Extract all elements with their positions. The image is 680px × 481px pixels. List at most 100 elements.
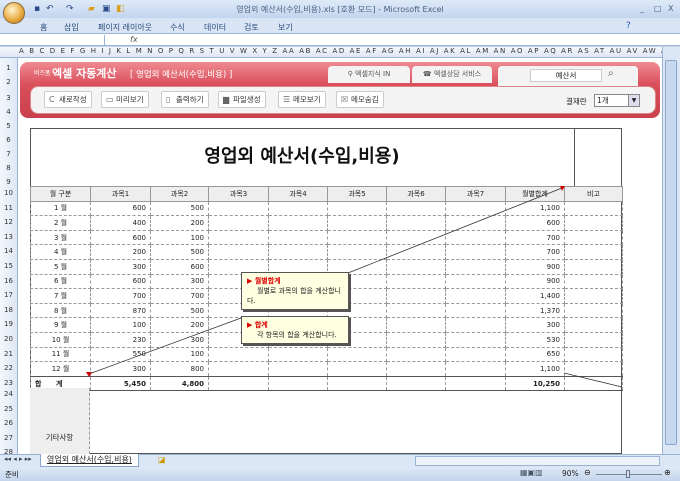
cell[interactable]: 7 월	[30, 288, 91, 304]
cell[interactable]	[268, 229, 328, 246]
cell[interactable]	[268, 200, 328, 217]
cell[interactable]: 600	[505, 215, 565, 231]
scroll-thumb[interactable]	[665, 60, 677, 445]
view-buttons[interactable]: ▦▣▥	[520, 468, 543, 477]
cell[interactable]	[564, 229, 623, 246]
cell[interactable]: 600	[150, 258, 209, 275]
zoom-out-icon[interactable]: ⊖	[584, 468, 591, 477]
cell[interactable]	[564, 200, 623, 217]
cell[interactable]: 500	[150, 244, 209, 260]
cell[interactable]: 3 월	[30, 229, 91, 246]
cell[interactable]	[268, 215, 328, 231]
cell[interactable]: 1,100	[505, 200, 565, 217]
tab-review[interactable]: 검토	[244, 22, 259, 33]
search-icon[interactable]: ⌕	[608, 68, 614, 79]
column-headers[interactable]: A B C D E F G H I J K L M N O P Q R S T …	[0, 47, 680, 58]
cell[interactable]: 600	[90, 229, 151, 246]
cell[interactable]	[445, 302, 506, 319]
cell[interactable]	[445, 258, 506, 275]
cell[interactable]: 1,400	[505, 288, 565, 304]
cell[interactable]	[327, 215, 387, 231]
cell[interactable]	[268, 244, 328, 260]
tab-data[interactable]: 데이터	[204, 22, 226, 33]
tab-home[interactable]: 홈	[40, 22, 47, 33]
horizontal-scrollbar[interactable]	[415, 456, 660, 466]
tab-formulas[interactable]: 수식	[170, 22, 185, 33]
cell[interactable]	[445, 346, 506, 363]
cell[interactable]	[208, 229, 269, 246]
row-number[interactable]: 4	[0, 108, 17, 116]
cell[interactable]: 530	[505, 331, 565, 348]
row-number[interactable]: 6	[0, 136, 17, 144]
cell[interactable]	[327, 346, 387, 363]
cell[interactable]	[386, 331, 446, 348]
maximize-button[interactable]: □	[654, 4, 662, 13]
fx-icon[interactable]: fx	[130, 35, 138, 44]
row-number[interactable]: 7	[0, 150, 17, 158]
cell[interactable]	[564, 288, 623, 304]
cell[interactable]	[564, 375, 623, 392]
row-number[interactable]: 27	[0, 434, 17, 442]
cell[interactable]: 870	[90, 302, 151, 319]
create-file-button[interactable]: ▆ 파일생성	[218, 91, 266, 108]
cell[interactable]	[445, 361, 506, 377]
cell[interactable]	[208, 346, 269, 363]
cell[interactable]: 6 월	[30, 273, 91, 290]
row-number[interactable]: 14	[0, 247, 17, 255]
cell[interactable]	[386, 229, 446, 246]
cell[interactable]: 100	[150, 229, 209, 246]
row-number[interactable]: 21	[0, 350, 17, 358]
row-number[interactable]: 18	[0, 306, 17, 314]
cell[interactable]	[208, 215, 269, 231]
cell[interactable]: 10 월	[30, 331, 91, 348]
row-number[interactable]: 26	[0, 419, 17, 427]
name-box[interactable]	[0, 35, 105, 45]
row-number[interactable]: 15	[0, 262, 17, 270]
tab-view[interactable]: 보기	[278, 22, 293, 33]
cell[interactable]: 9 월	[30, 317, 91, 333]
row-number[interactable]: 16	[0, 277, 17, 285]
tab-insert[interactable]: 삽입	[64, 22, 79, 33]
cell[interactable]: 1 월	[30, 200, 91, 217]
row-number[interactable]: 17	[0, 291, 17, 299]
cell[interactable]	[564, 244, 623, 260]
row-number[interactable]: 2	[0, 78, 17, 86]
row-headers[interactable]: 1 2 3 4 5 6 7 8 9 10 11 12 13 14 15 16 17 18 19 20 21 22 23 24 2…	[0, 58, 18, 456]
row-number[interactable]: 11	[0, 204, 17, 212]
cell[interactable]: 650	[505, 346, 565, 363]
cell[interactable]: 230	[90, 331, 151, 348]
cell[interactable]: 600	[90, 273, 151, 290]
cell[interactable]: 10,250	[505, 375, 565, 392]
row-number[interactable]: 8	[0, 164, 17, 172]
search-input[interactable]: 예산서	[530, 69, 602, 82]
cell[interactable]: 300	[90, 361, 151, 377]
cell[interactable]: 5 월	[30, 258, 91, 275]
row-number[interactable]: 10	[0, 189, 17, 197]
cell[interactable]: 8 월	[30, 302, 91, 319]
cell[interactable]	[268, 346, 328, 363]
tab-page-layout[interactable]: 페이지 레이아웃	[98, 22, 152, 33]
cell[interactable]: 4 월	[30, 244, 91, 260]
sheet-tab[interactable]: 영업외 예산서(수입,비용)	[40, 454, 139, 467]
cell[interactable]: 1,370	[505, 302, 565, 319]
cell[interactable]	[564, 258, 623, 275]
cell[interactable]	[564, 273, 623, 290]
cell[interactable]	[268, 361, 328, 377]
cell[interactable]	[386, 273, 446, 290]
row-number[interactable]: 23	[0, 379, 17, 387]
cell[interactable]: 200	[150, 317, 209, 333]
insert-sheet-icon[interactable]: ◪	[158, 455, 166, 464]
cell[interactable]	[208, 361, 269, 377]
cell[interactable]: 300	[150, 273, 209, 290]
row-number[interactable]: 12	[0, 218, 17, 226]
preview-button[interactable]: ▭ 미리보기	[101, 91, 149, 108]
row-number[interactable]: 1	[0, 64, 17, 72]
row-number[interactable]: 13	[0, 233, 17, 241]
row-number[interactable]: 25	[0, 405, 17, 413]
cell[interactable]: 300	[150, 331, 209, 348]
cell[interactable]: 900	[505, 273, 565, 290]
show-memo-button[interactable]: ☰ 메모보기	[278, 91, 326, 108]
cell[interactable]	[327, 375, 387, 392]
cell[interactable]	[327, 229, 387, 246]
cell[interactable]	[386, 361, 446, 377]
